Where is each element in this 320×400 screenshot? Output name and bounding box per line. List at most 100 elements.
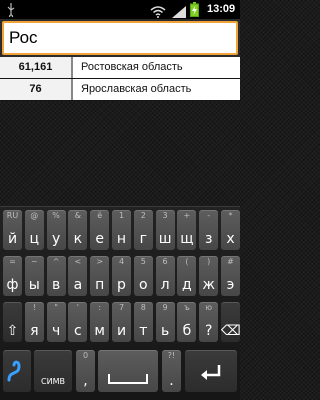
- key-hint: ?!: [167, 351, 176, 360]
- key-label: щ: [180, 231, 194, 247]
- key-ш[interactable]: 3ш: [155, 210, 175, 250]
- key-label: ы: [28, 277, 40, 293]
- key-б[interactable]: ъб: [177, 302, 197, 342]
- key-п[interactable]: > п: [90, 256, 110, 296]
- key-label: к: [73, 231, 83, 247]
- key-ч[interactable]: " ч: [46, 302, 66, 342]
- key-hint: 0: [82, 351, 89, 360]
- swype-key[interactable]: [3, 350, 31, 392]
- key-hint: >: [96, 257, 104, 266]
- key-hint: <: [74, 257, 82, 266]
- key-label: ч: [51, 323, 61, 339]
- key-hint: #: [227, 257, 234, 266]
- key-label: б: [182, 323, 192, 339]
- result-name: Ростовская область: [73, 57, 240, 78]
- search-input[interactable]: [2, 21, 238, 55]
- key-л[interactable]: 6л: [155, 256, 175, 296]
- key-ы[interactable]: ~ ы: [24, 256, 44, 296]
- key-label: и: [116, 323, 127, 339]
- key-т[interactable]: 8т: [133, 302, 153, 342]
- key-hint: -: [207, 211, 211, 220]
- key-а[interactable]: < а: [68, 256, 88, 296]
- key-ж[interactable]: ) ж: [199, 256, 219, 296]
- key-label: л: [160, 277, 170, 293]
- key-щ[interactable]: + щ: [177, 210, 197, 250]
- key-к[interactable]: & к: [68, 210, 88, 250]
- key-hint: ^: [52, 257, 60, 266]
- key-label: я: [30, 323, 39, 339]
- key-label: ц: [29, 231, 40, 247]
- key-hint: !: [32, 303, 36, 312]
- shift-key[interactable]: ⇧: [3, 302, 22, 342]
- key-label: ⌫: [221, 323, 241, 339]
- key-label: н: [116, 231, 127, 247]
- key-hint: %: [52, 211, 60, 220]
- enter-key[interactable]: [185, 350, 237, 392]
- key-hint: 1: [118, 211, 125, 220]
- key-э[interactable]: # э: [221, 256, 240, 296]
- key-hint: 2: [140, 211, 146, 220]
- key-label: р: [117, 277, 126, 293]
- key-hint: ): [207, 257, 211, 266]
- key-label: ж: [202, 277, 215, 293]
- key-label: о: [139, 277, 148, 293]
- key-label: ⇧: [6, 323, 19, 339]
- key-label: в: [51, 277, 61, 293]
- result-row[interactable]: 76 Ярославская область: [0, 79, 240, 101]
- key-ь[interactable]: 9ь: [155, 302, 175, 342]
- key-н[interactable]: 1н: [112, 210, 131, 250]
- key-label: е: [95, 231, 104, 247]
- key-д[interactable]: (д: [177, 256, 197, 296]
- key-label: с: [74, 323, 82, 339]
- key-label: ш: [158, 231, 172, 247]
- key-hint: 5: [140, 257, 146, 266]
- space-icon: [108, 374, 148, 384]
- key-х[interactable]: * х: [221, 210, 240, 250]
- results-list: 61,161 Ростовская область 76 Ярославская…: [0, 57, 240, 101]
- key-е[interactable]: ёе: [90, 210, 110, 250]
- key-label: т: [139, 323, 148, 339]
- key-label: з: [204, 231, 213, 247]
- search-bar: [0, 19, 240, 57]
- key-hint: 7: [118, 303, 125, 312]
- key-о[interactable]: 5о: [133, 256, 153, 296]
- comma-key[interactable]: 0,: [76, 350, 95, 392]
- key-ф[interactable]: = ф: [3, 256, 22, 296]
- key-hint: @: [30, 211, 39, 220]
- key-я[interactable]: ! я: [24, 302, 44, 342]
- key-г[interactable]: 2г: [133, 210, 153, 250]
- key-hint: RU: [6, 211, 19, 220]
- key-у[interactable]: % у: [46, 210, 66, 250]
- key-м[interactable]: :м: [90, 302, 110, 342]
- space-key[interactable]: [98, 350, 158, 392]
- key-hint: ': [76, 303, 79, 312]
- key-label: ь: [160, 323, 170, 339]
- key-label: ф: [6, 277, 19, 293]
- key-hint: *: [228, 211, 233, 220]
- key-й[interactable]: RU й: [3, 210, 22, 250]
- key-hint: &: [74, 211, 82, 220]
- key-в[interactable]: ^ в: [46, 256, 66, 296]
- key-hint: 6: [162, 257, 168, 266]
- key-label: ,: [83, 373, 88, 389]
- key-?[interactable]: ю?: [199, 302, 219, 342]
- key-label: г: [139, 231, 147, 247]
- key-hint: ё: [97, 211, 103, 220]
- key-label: х: [226, 231, 235, 247]
- result-row[interactable]: 61,161 Ростовская область: [0, 57, 240, 79]
- backspace-key[interactable]: ⌫: [221, 302, 241, 342]
- key-label: а: [73, 277, 83, 293]
- key-hint: =: [9, 257, 16, 266]
- key-label: д: [182, 277, 192, 293]
- period-key[interactable]: ?!.: [162, 350, 181, 392]
- swype-icon: [7, 360, 21, 382]
- key-label: у: [51, 231, 61, 247]
- key-з[interactable]: -з: [199, 210, 219, 250]
- key-и[interactable]: 7и: [112, 302, 131, 342]
- key-р[interactable]: 4р: [112, 256, 131, 296]
- symbols-key[interactable]: СИМВ: [34, 350, 72, 392]
- key-с[interactable]: ' с: [68, 302, 88, 342]
- key-label: .: [169, 373, 174, 389]
- key-label: й: [7, 231, 18, 247]
- key-ц[interactable]: @ ц: [24, 210, 44, 250]
